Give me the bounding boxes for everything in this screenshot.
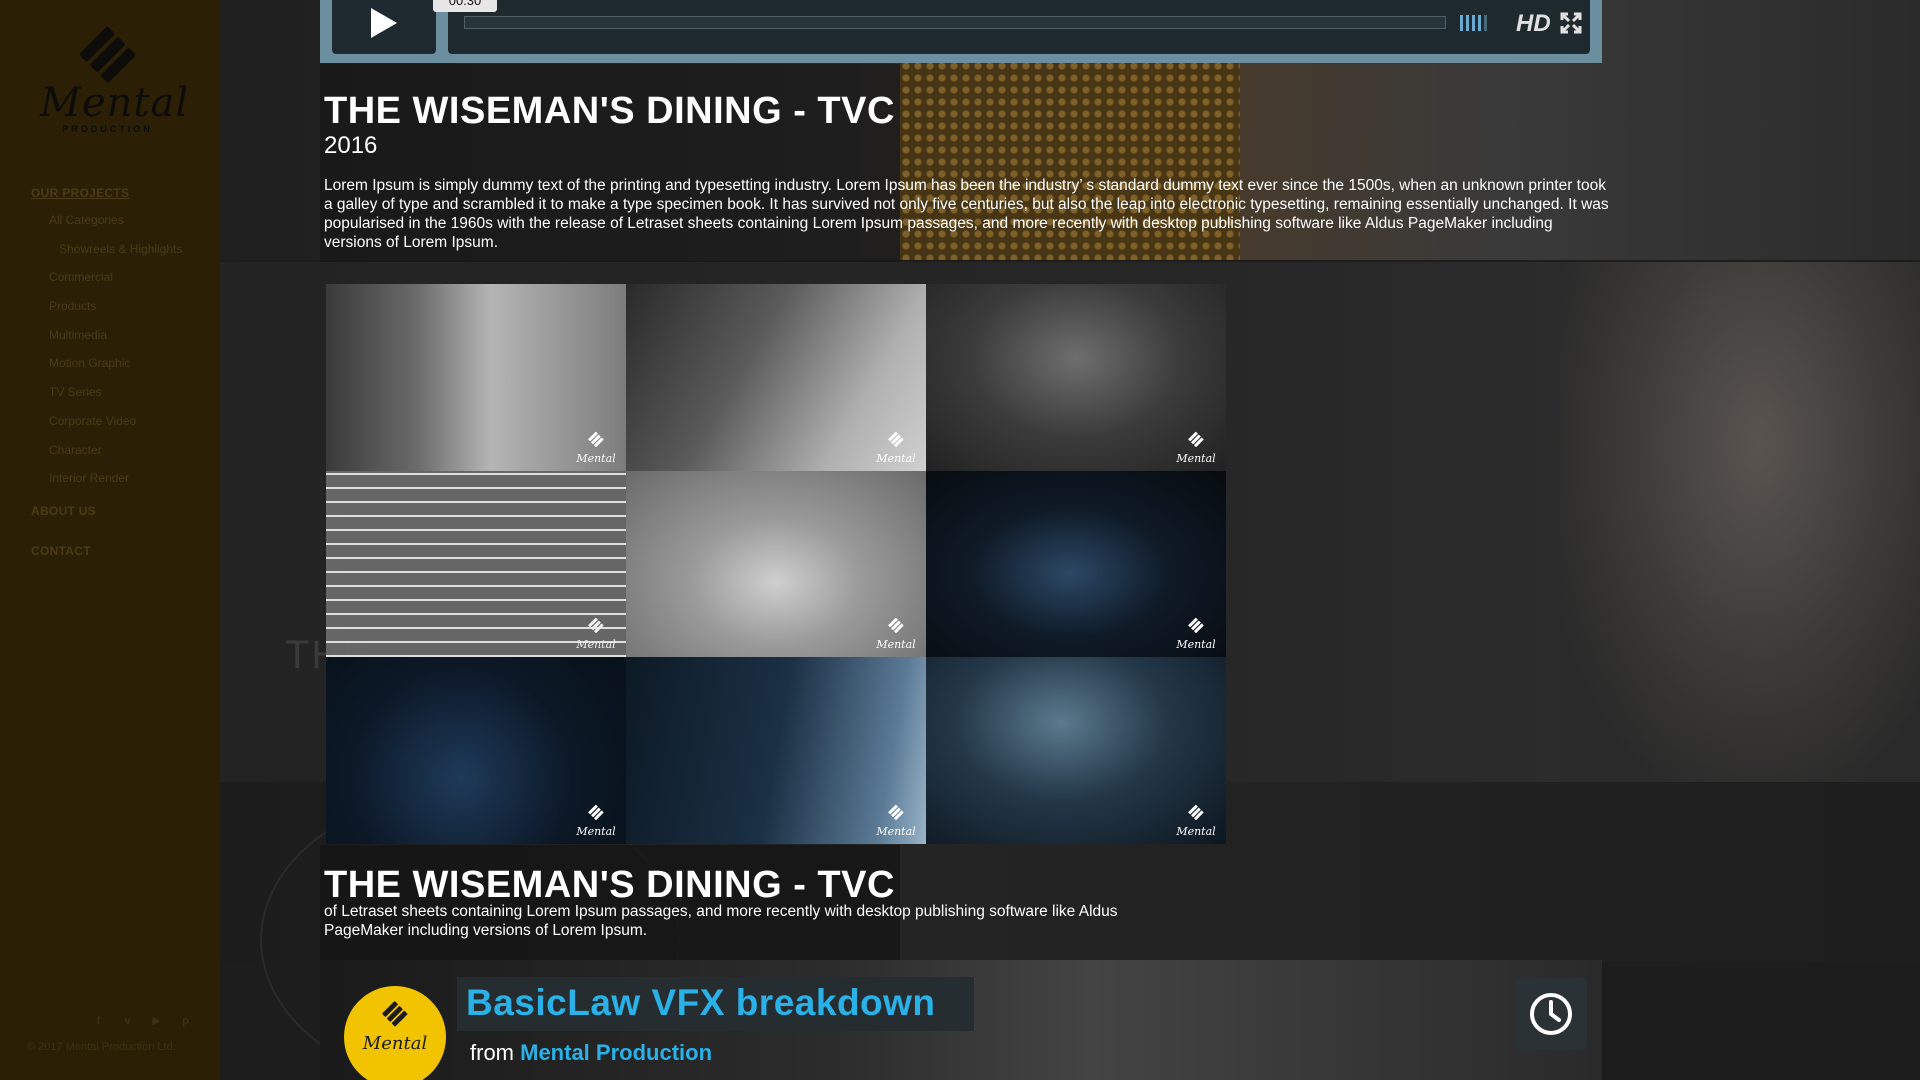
watermark-text: Mental xyxy=(876,638,916,652)
video-byline: from Mental Production xyxy=(470,1040,712,1066)
watermark-text: Mental xyxy=(1176,824,1216,838)
nav-category-item[interactable]: All Categories xyxy=(49,213,211,242)
category-list: All Categories Showreels & Highlights Comm… xyxy=(31,213,211,500)
avatar-brand-name: Mental xyxy=(362,1033,428,1054)
watermark-text: Mental xyxy=(576,638,616,652)
fullscreen-icon[interactable] xyxy=(1560,12,1582,34)
sidebar: Mental PRODUCTION OUR PROJECTS All Categ… xyxy=(0,0,220,1080)
watermark-text: Mental xyxy=(1176,638,1216,652)
progress-bar[interactable] xyxy=(464,16,1446,29)
watermark-logo: Mental xyxy=(574,617,618,651)
nav-about-us[interactable]: ABOUT US xyxy=(31,504,211,518)
video-thumbnail-basiclaw[interactable]: Mental BasicLaw VFX breakdown from Menta… xyxy=(320,960,1602,1080)
main-nav: OUR PROJECTS All Categories Showreels & H… xyxy=(31,186,211,558)
gallery-thumbnail[interactable]: Mental xyxy=(926,657,1226,844)
nav-category-item[interactable]: Character xyxy=(49,443,211,472)
watermark-text: Mental xyxy=(876,824,916,838)
watermark-text: Mental xyxy=(576,824,616,838)
nav-category-item[interactable]: Interior Render xyxy=(49,471,211,500)
logo-mark-icon xyxy=(888,804,904,820)
project2-title: THE WISEMAN'S DINING - TVC xyxy=(324,864,895,906)
brand-name: Mental xyxy=(40,80,190,126)
channel-link[interactable]: Mental Production xyxy=(520,1040,712,1065)
logo-mark-icon xyxy=(1188,804,1204,820)
logo-mark-icon xyxy=(888,431,904,447)
video-player[interactable]: HD 00:30 xyxy=(320,0,1602,63)
watermark-logo: Mental xyxy=(1174,804,1218,838)
channel-avatar[interactable]: Mental xyxy=(344,986,446,1080)
watermark-text: Mental xyxy=(576,451,616,465)
gallery-thumbnail[interactable]: Mental xyxy=(326,657,626,844)
gallery-thumbnail[interactable]: Mental xyxy=(626,284,926,471)
facebook-icon[interactable]: f xyxy=(90,1012,107,1029)
social-links: f v ▶ p xyxy=(90,1012,194,1029)
nav-category-item[interactable]: Corporate Video xyxy=(49,414,211,443)
pinterest-icon[interactable]: p xyxy=(177,1012,194,1029)
watermark-text: Mental xyxy=(1176,451,1216,465)
watermark-logo: Mental xyxy=(874,804,918,838)
logo-mark-icon xyxy=(79,26,135,83)
player-controls: HD xyxy=(448,0,1590,54)
nav-category-item[interactable]: TV Series xyxy=(49,385,211,414)
hd-toggle[interactable]: HD xyxy=(1516,10,1551,38)
nav-category-item[interactable]: Products xyxy=(49,299,211,328)
watch-later-button[interactable] xyxy=(1515,978,1587,1050)
play-button[interactable] xyxy=(332,0,436,54)
gallery-thumbnail[interactable]: Mental xyxy=(326,284,626,471)
watermark-logo: Mental xyxy=(574,804,618,838)
nav-category-item[interactable]: Multimedia xyxy=(49,328,211,357)
youtube-icon[interactable]: ▶ xyxy=(148,1012,165,1029)
watermark-logo: Mental xyxy=(574,431,618,465)
gallery-thumbnail[interactable]: Mental xyxy=(926,470,1226,658)
clock-icon xyxy=(1530,993,1572,1035)
logo-mark-icon xyxy=(588,617,604,634)
byline-prefix: from xyxy=(470,1040,514,1065)
brand-logo[interactable]: Mental PRODUCTION xyxy=(40,24,190,144)
gallery-thumbnail[interactable]: Mental xyxy=(926,284,1226,471)
project-year: 2016 xyxy=(324,132,378,159)
video-title[interactable]: BasicLaw VFX breakdown xyxy=(466,982,936,1024)
logo-mark-icon xyxy=(1188,431,1204,447)
nav-category-item[interactable]: Commercial xyxy=(49,270,211,299)
volume-icon[interactable] xyxy=(1460,15,1487,31)
logo-mark-icon xyxy=(1188,617,1204,634)
logo-mark-icon xyxy=(382,1001,408,1027)
watermark-logo: Mental xyxy=(1174,617,1218,651)
logo-mark-icon xyxy=(888,617,904,634)
project-title: THE WISEMAN'S DINING - TVC xyxy=(324,90,895,132)
logo-mark-icon xyxy=(588,804,604,820)
project2-description: of Letraset sheets containing Lorem Ipsu… xyxy=(324,903,1118,939)
watermark-logo: Mental xyxy=(874,617,918,651)
logo-mark-icon xyxy=(588,431,604,447)
play-icon xyxy=(371,8,397,38)
watermark-logo: Mental xyxy=(1174,431,1218,465)
watermark-text: Mental xyxy=(876,451,916,465)
gallery-thumbnail[interactable]: Mental xyxy=(626,657,926,844)
gallery-thumbnail[interactable]: Mental xyxy=(326,470,626,658)
watermark-logo: Mental xyxy=(874,431,918,465)
vimeo-icon[interactable]: v xyxy=(119,1012,136,1029)
time-tooltip: 00:30 xyxy=(433,0,497,12)
gallery-thumbnail[interactable]: Mental xyxy=(626,470,926,658)
nav-our-projects[interactable]: OUR PROJECTS xyxy=(31,186,211,200)
project-gallery: Mental Mental Mental Mental Mental Mental Ment… xyxy=(326,284,1226,844)
background-model-image xyxy=(1560,262,1920,782)
nav-category-item[interactable]: Showreels & Highlights xyxy=(59,242,211,271)
nav-contact[interactable]: CONTACT xyxy=(31,544,211,558)
project-description: Lorem Ipsum is simply dummy text of the … xyxy=(324,177,1609,251)
nav-category-item[interactable]: Motion Graphic xyxy=(49,356,211,385)
copyright: © 2017 Mental Production Ltd. xyxy=(27,1041,176,1053)
